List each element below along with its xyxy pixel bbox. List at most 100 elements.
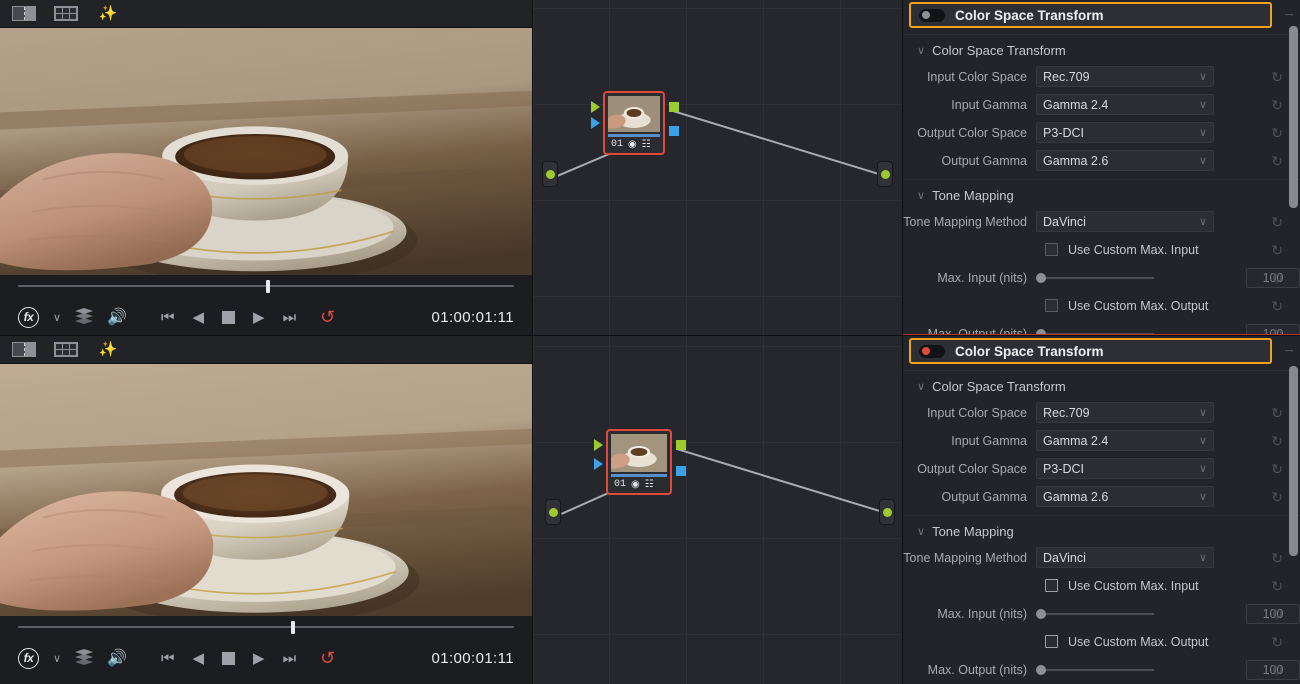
effect-header-top[interactable]: Color Space Transform — [909, 2, 1272, 28]
stop-button[interactable] — [222, 310, 236, 324]
source-terminal-bottom[interactable] — [545, 499, 561, 525]
output-gamma-select-top[interactable]: Gamma 2.6 ∨ — [1036, 150, 1214, 171]
reset-button[interactable]: ↻ — [1271, 490, 1283, 504]
use-custom-max-output-checkbox-bottom[interactable] — [1045, 635, 1058, 648]
scrubber-top[interactable] — [18, 275, 514, 297]
reset-button[interactable]: ↻ — [1271, 243, 1283, 257]
output-terminal-top[interactable] — [877, 161, 893, 187]
loop-button[interactable]: ↺ — [320, 308, 335, 326]
effect-enable-toggle-top[interactable] — [919, 8, 945, 22]
effect-enable-toggle-bottom[interactable] — [919, 344, 945, 358]
inspector-scrollbar-top[interactable] — [1289, 26, 1298, 208]
node-graph-bottom[interactable]: 01 ◉ ☷ — [533, 336, 903, 684]
max-output-slider-bottom[interactable] — [1036, 664, 1238, 676]
node-key-input-port[interactable] — [594, 458, 603, 470]
max-input-slider-top[interactable] — [1036, 272, 1238, 284]
magic-wand-icon[interactable]: ✨ — [94, 341, 122, 359]
node-key-input-port[interactable] — [591, 117, 600, 129]
tone-mapping-method-select-top[interactable]: DaVinci ∨ — [1036, 211, 1214, 232]
play-button[interactable]: ▶ — [253, 310, 265, 325]
chevron-down-icon: ∨ — [1198, 127, 1207, 139]
reset-button[interactable]: ↻ — [1271, 215, 1283, 229]
first-frame-button[interactable]: ⏮ — [161, 651, 175, 666]
node-key-output-port[interactable] — [669, 126, 679, 136]
node-rgb-input-port[interactable] — [594, 439, 603, 451]
corrector-node-bottom[interactable]: 01 ◉ ☷ — [606, 429, 672, 495]
magic-wand-icon[interactable]: ✨ — [94, 5, 122, 23]
output-color-space-select-top[interactable]: P3-DCI ∨ — [1036, 122, 1214, 143]
input-gamma-select-bottom[interactable]: Gamma 2.4 ∨ — [1036, 430, 1214, 451]
add-version-icon-bottom[interactable]: ⧿ — [1285, 341, 1293, 358]
use-custom-max-input-checkbox-bottom[interactable] — [1045, 579, 1058, 592]
reset-button[interactable]: ↻ — [1271, 271, 1283, 285]
node-rgb-output-port[interactable] — [669, 102, 679, 112]
last-frame-button[interactable]: ⏭ — [283, 651, 297, 666]
reset-button[interactable]: ↻ — [1271, 406, 1283, 420]
reset-button[interactable]: ↻ — [1271, 299, 1283, 313]
grid-view-icon[interactable] — [52, 5, 80, 23]
scrubber-bottom[interactable] — [18, 616, 514, 638]
input-color-space-select-top[interactable]: Rec.709 ∨ — [1036, 66, 1214, 87]
source-terminal-top[interactable] — [542, 161, 558, 187]
input-gamma-select-top[interactable]: Gamma 2.4 ∨ — [1036, 94, 1214, 115]
add-version-icon-top[interactable]: ⧿ — [1285, 5, 1293, 22]
fx-badge-icon[interactable]: fx — [18, 306, 39, 328]
effect-header-bottom[interactable]: Color Space Transform — [909, 338, 1272, 364]
speaker-icon[interactable]: 🔊 — [107, 648, 127, 668]
inspector-scrollbar-bottom[interactable] — [1289, 366, 1298, 556]
split-screen-icon[interactable] — [10, 341, 38, 359]
reset-button[interactable]: ↻ — [1271, 663, 1283, 677]
section-header-tone-mapping-top[interactable]: ∨ Tone Mapping — [903, 179, 1300, 209]
reset-button[interactable]: ↻ — [1271, 98, 1283, 112]
reset-button[interactable]: ↻ — [1271, 635, 1283, 649]
layers-icon[interactable] — [75, 308, 94, 325]
last-frame-button[interactable]: ⏭ — [283, 310, 297, 325]
field-output-gamma-top: Output Gamma Gamma 2.6 ∨ ↻ — [903, 148, 1300, 173]
playhead[interactable] — [266, 279, 270, 293]
output-gamma-select-bottom[interactable]: Gamma 2.6 ∨ — [1036, 486, 1214, 507]
color-wheel-icon: ◉ — [628, 138, 637, 150]
tone-mapping-method-select-bottom[interactable]: DaVinci ∨ — [1036, 547, 1214, 568]
reset-button[interactable]: ↻ — [1271, 607, 1283, 621]
output-color-space-select-bottom[interactable]: P3-DCI ∨ — [1036, 458, 1214, 479]
max-input-slider-bottom[interactable] — [1036, 608, 1238, 620]
reverse-play-button[interactable]: ◀ — [193, 651, 205, 666]
speaker-icon[interactable]: 🔊 — [107, 307, 127, 327]
reset-button[interactable]: ↻ — [1271, 551, 1283, 565]
playhead[interactable] — [290, 620, 295, 634]
first-frame-button[interactable]: ⏮ — [161, 310, 175, 325]
section-header-cst-bottom[interactable]: ∨ Color Space Transform — [903, 370, 1300, 400]
split-screen-icon[interactable] — [10, 5, 38, 23]
node-rgb-output-port[interactable] — [676, 440, 686, 450]
section-header-cst-top[interactable]: ∨ Color Space Transform — [903, 34, 1300, 64]
input-color-space-select-bottom[interactable]: Rec.709 ∨ — [1036, 402, 1214, 423]
use-custom-max-output-checkbox-top[interactable] — [1045, 299, 1058, 312]
reset-button[interactable]: ↻ — [1271, 70, 1283, 84]
node-key-output-port[interactable] — [676, 466, 686, 476]
reset-button[interactable]: ↻ — [1271, 462, 1283, 476]
grid-view-icon[interactable] — [52, 341, 80, 359]
corrector-node-top[interactable]: 01 ◉ ☷ — [603, 91, 665, 155]
reset-button[interactable]: ↻ — [1271, 579, 1283, 593]
field-label: Output Color Space — [917, 461, 1027, 476]
chevron-down-icon[interactable]: ∨ — [53, 652, 61, 665]
layers-icon[interactable] — [75, 649, 94, 666]
reverse-play-button[interactable]: ◀ — [193, 310, 205, 325]
loop-button[interactable]: ↺ — [320, 649, 335, 667]
chevron-down-icon[interactable]: ∨ — [53, 311, 61, 324]
reset-button[interactable]: ↻ — [1271, 434, 1283, 448]
field-label: Input Color Space — [926, 405, 1027, 420]
reset-button[interactable]: ↻ — [1271, 154, 1283, 168]
field-use-custom-max-input-bottom: Use Custom Max. Input ↻ — [903, 573, 1300, 598]
histogram-icon: ☷ — [644, 478, 654, 490]
node-graph-top[interactable]: 01 ◉ ☷ — [533, 0, 903, 336]
play-button[interactable]: ▶ — [253, 651, 265, 666]
section-header-tone-mapping-bottom[interactable]: ∨ Tone Mapping — [903, 515, 1300, 545]
field-tone-mapping-method-bottom: Tone Mapping Method DaVinci ∨ ↻ — [903, 545, 1300, 570]
stop-button[interactable] — [222, 651, 236, 665]
reset-button[interactable]: ↻ — [1271, 126, 1283, 140]
use-custom-max-input-checkbox-top[interactable] — [1045, 243, 1058, 256]
output-terminal-bottom[interactable] — [879, 499, 895, 525]
fx-badge-icon[interactable]: fx — [18, 647, 39, 669]
node-rgb-input-port[interactable] — [591, 101, 600, 113]
